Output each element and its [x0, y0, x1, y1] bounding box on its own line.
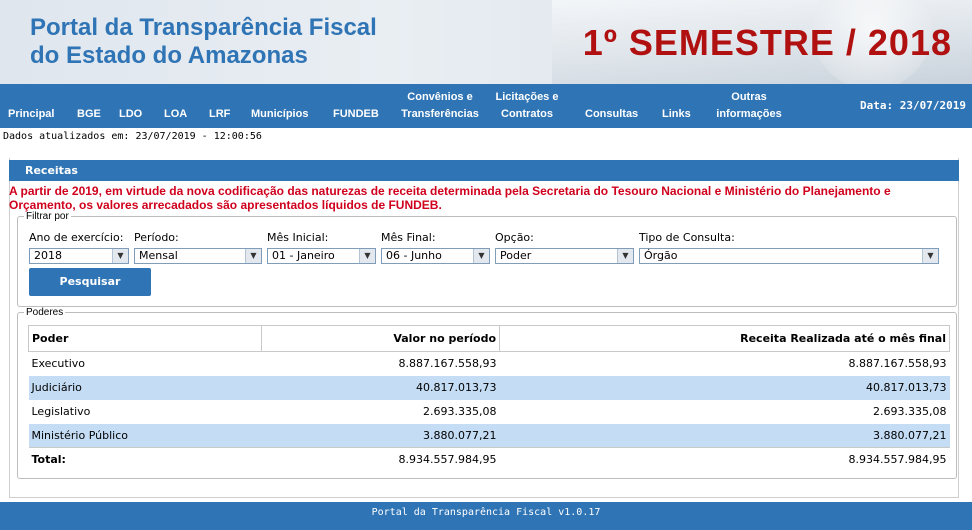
cell-poder: Executivo — [31, 357, 86, 371]
nav-loa[interactable]: LOA — [164, 106, 187, 123]
cell-total-label: Total: — [28, 447, 262, 472]
nav-date: Data: 23/07/2019 — [860, 99, 966, 112]
periodo-select[interactable]: Mensal ▼ — [134, 248, 262, 264]
portal-title: Portal da Transparência Fiscal do Estado… — [30, 14, 377, 69]
nav-bge[interactable]: BGE — [77, 106, 101, 123]
ano-label: Ano de exercício: — [29, 231, 124, 244]
nav-licitacoes[interactable]: Licitações e Contratos — [489, 89, 565, 123]
cell-receita: 2.693.335,08 — [873, 405, 947, 418]
nav-fundeb[interactable]: FUNDEB — [333, 106, 379, 123]
poderes-table: Poder Valor no período Receita Realizada… — [28, 325, 950, 472]
nav-links[interactable]: Links — [662, 106, 691, 123]
periodo-label: Período: — [134, 231, 179, 244]
chevron-down-icon: ▼ — [473, 249, 489, 263]
updated-timestamp: Dados atualizados em: 23/07/2019 - 12:00… — [3, 131, 262, 142]
ano-select[interactable]: 2018 ▼ — [29, 248, 129, 264]
table-row: Legislativo 2.693.335,08 2.693.335,08 — [29, 400, 950, 424]
nav-outras-informacoes[interactable]: Outras informações — [712, 89, 786, 123]
nav-principal[interactable]: Principal — [8, 106, 54, 123]
column-header-valor[interactable]: Valor no período — [261, 325, 500, 352]
cell-poder: Legislativo — [31, 405, 91, 418]
chevron-down-icon: ▼ — [245, 249, 261, 263]
header-banner: Portal da Transparência Fiscal do Estado… — [0, 0, 972, 84]
main-nav: Principal BGE LDO LOA LRF Municípios FUN… — [0, 84, 972, 128]
nav-municipios[interactable]: Municípios — [251, 106, 308, 123]
tipo-consulta-select[interactable]: Órgão ▼ — [639, 248, 939, 264]
opcao-select[interactable]: Poder ▼ — [495, 248, 634, 264]
cell-poder: Judiciário — [28, 375, 262, 400]
cell-poder: Ministério Público — [28, 423, 262, 448]
footer: Portal da Transparência Fiscal v1.0.17 — [0, 502, 972, 530]
panel-title: Receitas — [9, 160, 959, 181]
cell-valor: 8.887.167.558,93 — [398, 357, 497, 371]
cell-total-receita: 8.934.557.984,95 — [499, 447, 950, 472]
mes-final-select[interactable]: 06 - Junho ▼ — [381, 248, 490, 264]
cell-valor: 3.880.077,21 — [261, 423, 500, 448]
table-row: Ministério Público 3.880.077,21 3.880.07… — [28, 423, 950, 448]
cell-total-valor: 8.934.557.984,95 — [261, 447, 500, 472]
cell-valor: 40.817.013,73 — [261, 375, 500, 400]
chevron-down-icon: ▼ — [359, 249, 375, 263]
poderes-legend: Poderes — [26, 307, 64, 318]
chevron-down-icon: ▼ — [112, 249, 128, 263]
nav-consultas[interactable]: Consultas — [585, 106, 638, 123]
cell-receita: 8.887.167.558,93 — [848, 357, 947, 371]
semester-title: 1º SEMESTRE / 2018 — [582, 22, 952, 63]
table-header-row: Poder Valor no período Receita Realizada… — [28, 325, 950, 352]
pesquisar-button[interactable]: Pesquisar — [29, 268, 151, 296]
cell-receita: 3.880.077,21 — [499, 423, 950, 448]
mes-inicial-label: Mês Inicial: — [267, 231, 329, 244]
nav-convenios[interactable]: Convênios e Transferências — [394, 89, 486, 123]
chevron-down-icon: ▼ — [617, 249, 633, 263]
table-row: Judiciário 40.817.013,73 40.817.013,73 — [28, 375, 950, 400]
warning-message: A partir de 2019, em virtude da nova cod… — [9, 184, 891, 212]
nav-lrf[interactable]: LRF — [209, 106, 230, 123]
chevron-down-icon: ▼ — [922, 249, 938, 263]
table-row: Executivo 8.887.167.558,93 8.887.167.558… — [29, 352, 950, 376]
table-total-row: Total: 8.934.557.984,95 8.934.557.984,95 — [28, 447, 950, 472]
mes-final-label: Mês Final: — [381, 231, 436, 244]
column-header-poder[interactable]: Poder — [28, 325, 262, 352]
column-header-receita[interactable]: Receita Realizada até o mês final — [499, 325, 950, 352]
filter-legend: Filtrar por — [26, 211, 69, 222]
tipo-consulta-label: Tipo de Consulta: — [639, 231, 735, 244]
mes-inicial-select[interactable]: 01 - Janeiro ▼ — [267, 248, 376, 264]
nav-ldo[interactable]: LDO — [119, 106, 142, 123]
cell-receita: 40.817.013,73 — [499, 375, 950, 400]
opcao-label: Opção: — [495, 231, 534, 244]
cell-valor: 2.693.335,08 — [423, 405, 497, 418]
